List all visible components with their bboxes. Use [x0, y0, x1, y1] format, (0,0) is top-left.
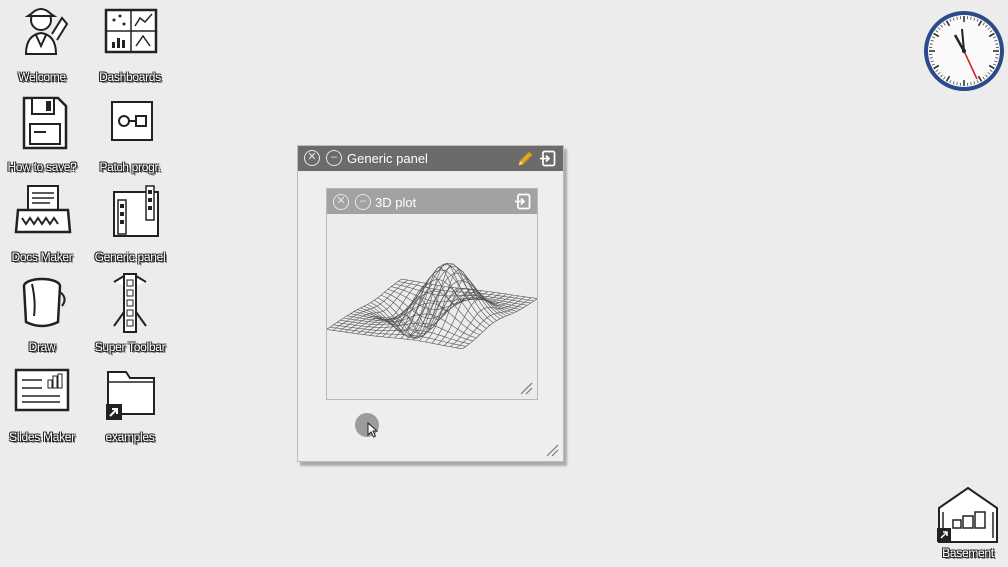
desktop-icon-welcome[interactable]: Welcome — [0, 2, 84, 86]
collapse-icon[interactable]: – — [326, 150, 342, 166]
generic-panel-icon — [113, 185, 159, 237]
dashboard-icon — [104, 8, 158, 54]
patch-icon — [111, 101, 153, 141]
analog-clock[interactable] — [922, 9, 1006, 93]
close-icon[interactable]: ✕ — [333, 194, 349, 210]
close-icon[interactable]: ✕ — [304, 150, 320, 166]
desktop-icon-examples[interactable]: examples — [88, 362, 172, 446]
desktop-icon-label: Patch progr. — [99, 160, 161, 174]
toolbar-icon — [113, 273, 147, 333]
clock-icon — [924, 11, 1004, 91]
plot-title: 3D plot — [375, 195, 417, 210]
desktop-icon-label: examples — [105, 430, 155, 444]
slides-icon — [14, 368, 70, 412]
resize-grip-icon[interactable] — [545, 443, 559, 457]
paint-bucket-icon — [22, 277, 66, 328]
desktop-icon-how-to-save[interactable]: How to save? — [0, 92, 84, 176]
generic-panel-window[interactable]: ✕ – Generic panel ✕ – 3D plot — [297, 145, 564, 462]
panel-titlebar[interactable]: ✕ – Generic panel — [298, 146, 563, 171]
desktop-icon-label: Super Toolbar — [94, 340, 166, 354]
plot-canvas[interactable] — [326, 214, 538, 399]
desktop-icon-label: Basement — [942, 546, 994, 560]
desktop-icon-label: Dashboards — [99, 70, 161, 84]
resize-grip-icon[interactable] — [519, 381, 533, 395]
mouse-cursor-icon — [367, 422, 379, 438]
plot-titlebar[interactable]: ✕ – 3D plot — [327, 189, 537, 214]
3d-plot-window[interactable]: ✕ – 3D plot — [326, 188, 538, 400]
3d-surface-plot — [326, 262, 538, 350]
desktop-icon-basement[interactable]: Basement — [933, 484, 1003, 564]
desktop-icon-patch-progr[interactable]: Patch progr. — [88, 92, 172, 176]
embed-icon[interactable] — [539, 150, 556, 167]
desktop-icon-super-toolbar[interactable]: Super Toolbar — [88, 272, 172, 356]
desktop-icon-label: Generic panel — [94, 250, 166, 264]
desktop-icon-slides-maker[interactable]: Slides Maker — [0, 362, 84, 446]
desktop-icon-draw[interactable]: Draw — [0, 272, 84, 356]
panel-title: Generic panel — [347, 151, 428, 166]
folder-icon — [106, 371, 155, 420]
welcome-icon — [24, 8, 69, 55]
collapse-icon[interactable]: – — [355, 194, 371, 210]
embed-icon[interactable] — [514, 193, 531, 210]
desktop-icon-docs-maker[interactable]: Docs Maker — [0, 182, 84, 266]
floppy-disk-icon — [22, 96, 68, 150]
basement-icon — [937, 486, 998, 543]
desktop-icon-dashboards[interactable]: Dashboards — [88, 2, 172, 86]
desktop-icon-generic-panel[interactable]: Generic panel — [88, 182, 172, 266]
typewriter-icon — [14, 185, 72, 234]
pencil-icon[interactable] — [516, 150, 534, 168]
